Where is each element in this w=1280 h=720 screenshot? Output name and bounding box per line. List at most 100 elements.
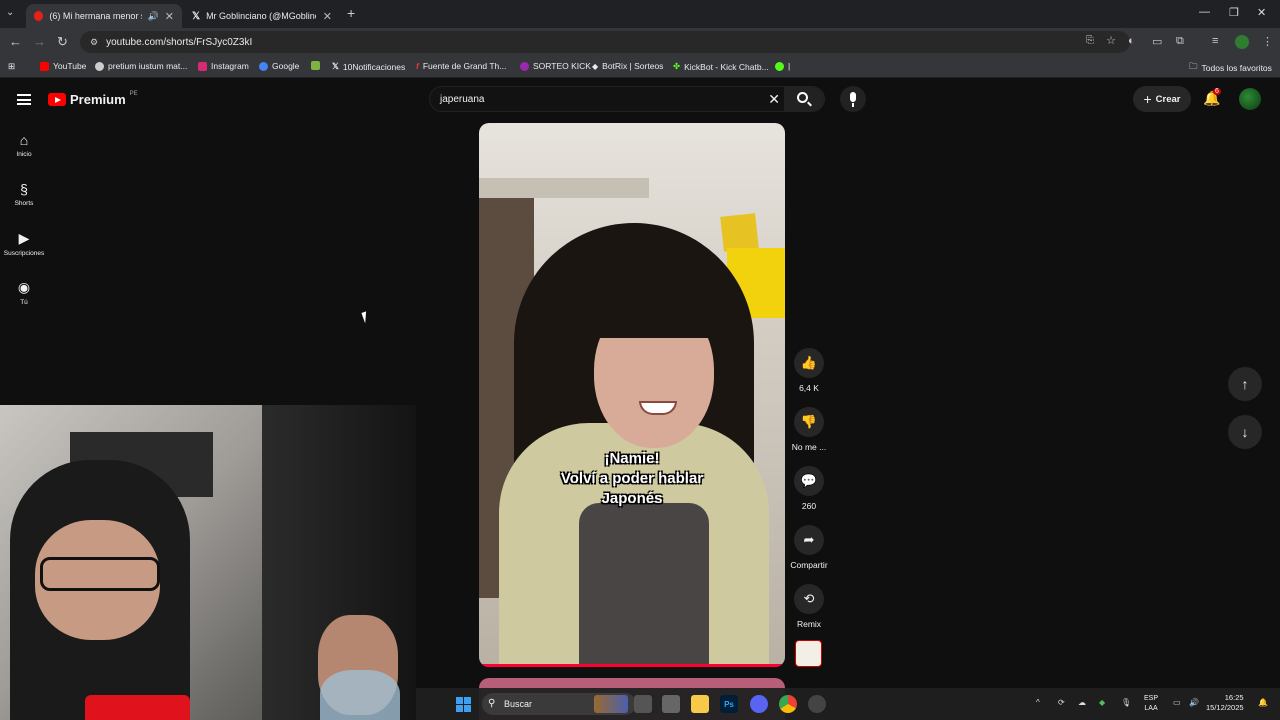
bookmark-kick-green[interactable]: | [775, 61, 790, 71]
install-icon[interactable]: ⎘ [1086, 35, 1094, 46]
clear-search-icon[interactable]: ✕ [768, 91, 780, 108]
close-window-button[interactable]: ✕ [1257, 6, 1266, 19]
close-tab-icon[interactable]: ✕ [165, 10, 174, 23]
discord-icon[interactable] [750, 695, 768, 713]
browser-toolbar: ← → ↻ ⚙ youtube.com/shorts/FrSJyc0Z3kI ⎘… [0, 28, 1280, 56]
forward-button[interactable]: → [33, 34, 46, 49]
system-clock[interactable]: 16:25 15/12/2025 [1206, 693, 1244, 713]
sidebar-item-shorts[interactable]: § Shorts [0, 181, 48, 207]
app-icon[interactable] [662, 695, 680, 713]
comments-button[interactable]: 💬 260 [789, 466, 829, 511]
youtube-premium-logo[interactable]: Premium PE [48, 91, 138, 107]
sidebar-item-tu[interactable]: ◉ Tú [0, 279, 48, 306]
chrome-icon[interactable] [779, 695, 797, 713]
instagram-icon [198, 61, 207, 71]
address-bar[interactable]: ⚙ youtube.com/shorts/FrSJyc0Z3kI ⎘ ☆ [80, 31, 1130, 53]
bookmark-kickbot[interactable]: ✤ KickBot - Kick Chatb... [673, 61, 769, 72]
language-indicator[interactable]: ESP LAA [1144, 694, 1158, 714]
youtube-header: Premium PE japeruana ✕ + Crear 🔔 6 [0, 80, 1280, 118]
short-video-player[interactable]: ¡Namie! Volví a poder hablar Japonés [479, 123, 785, 667]
close-tab-icon[interactable]: ✕ [323, 10, 332, 23]
video-progress-bar[interactable] [479, 664, 785, 667]
bookmark-icon [311, 61, 320, 70]
reading-list-icon[interactable]: ≡ [1212, 35, 1218, 47]
webcam-overlay [0, 405, 416, 720]
plus-icon: + [1143, 91, 1152, 107]
microphone-icon[interactable]: 🎙 [1121, 698, 1131, 707]
extensions-puzzle-icon[interactable]: ⧉ [1176, 35, 1184, 48]
search-input[interactable]: japeruana [440, 94, 484, 105]
sidebar-item-suscripciones[interactable]: ▶ Suscripciones [0, 230, 48, 257]
app-icon-2[interactable] [808, 695, 826, 713]
bookmark-fuente-gta[interactable]: f Fuente de Grand Th... [416, 61, 506, 71]
taskbar-search[interactable]: ⚲ Buscar [482, 693, 636, 715]
search-box[interactable]: japeruana ✕ [429, 86, 825, 112]
volume-icon[interactable]: 🔊 [1189, 698, 1199, 707]
logo-text: Premium [70, 92, 126, 107]
tab-title: Mr Goblinciano (@MGoblincian [206, 11, 316, 21]
webcam-bottle [320, 670, 400, 720]
video-sticky-note [720, 213, 759, 252]
globe-icon [95, 61, 104, 71]
all-favorites-folder[interactable]: 🗀 Todos los favoritos [1189, 61, 1272, 75]
like-button[interactable]: 👍 6,4 K [789, 348, 829, 393]
google-icon [259, 61, 268, 71]
windows-start-icon[interactable] [456, 697, 471, 712]
back-button[interactable]: ← [9, 34, 22, 49]
network-icon[interactable]: ▭ [1173, 698, 1181, 707]
voice-search-button[interactable] [840, 86, 866, 112]
bookmark-pretium[interactable]: pretium iustum mat... [95, 61, 187, 71]
menu-icon[interactable]: ⋮ [1262, 35, 1273, 48]
reload-button[interactable]: ↻ [57, 34, 68, 50]
bookmark-10notificaciones[interactable]: 𝕏 10Notificaciones [332, 61, 405, 72]
bookmark-botrix[interactable]: ◆ BotRix | Sorteos [592, 61, 663, 71]
video-shirt [579, 503, 709, 667]
minimize-button[interactable]: — [1199, 6, 1210, 18]
onedrive-icon[interactable]: ☁ [1078, 698, 1086, 707]
bookmark-google[interactable]: Google [259, 61, 299, 71]
create-button[interactable]: + Crear [1133, 86, 1191, 112]
search-button[interactable] [784, 87, 824, 111]
tab-x[interactable]: 𝕏 Mr Goblinciano (@MGoblincian ✕ [184, 4, 340, 28]
x-favicon-icon: 𝕏 [192, 10, 201, 22]
tray-chevron-icon[interactable]: ^ [1036, 698, 1040, 707]
tray-app-icon[interactable]: ⟳ [1058, 698, 1065, 707]
url-text: youtube.com/shorts/FrSJyc0Z3kI [106, 36, 253, 48]
bookmark-star-icon[interactable]: ☆ [1106, 34, 1116, 47]
bookmark-youtube[interactable]: YouTube [40, 61, 86, 71]
apps-grid-icon[interactable]: ⊞ [8, 61, 15, 72]
remix-button[interactable]: ⟲ Remix [789, 584, 829, 629]
bookmark-instagram[interactable]: Instagram [198, 61, 249, 71]
tab-youtube[interactable]: (6) Mi hermana menor se c 🔊 ✕ [26, 4, 182, 28]
channel-avatar[interactable] [795, 640, 822, 667]
media-icon[interactable]: ▭ [1152, 35, 1162, 48]
photoshop-icon[interactable]: Ps [720, 695, 738, 713]
thumbs-up-icon: 👍 [794, 348, 824, 378]
tab-title: (6) Mi hermana menor se c [49, 11, 141, 21]
profile-avatar[interactable] [1235, 35, 1249, 49]
share-button[interactable]: ➦ Compartir [789, 525, 829, 570]
task-view-icon[interactable] [634, 695, 652, 713]
dislike-button[interactable]: 👎 No me ... [789, 407, 829, 452]
new-tab-button[interactable]: + [347, 5, 355, 21]
tray-green-icon[interactable]: ◆ [1099, 698, 1105, 707]
audio-icon[interactable]: 🔊 [148, 11, 159, 22]
youtube-play-icon [48, 93, 66, 106]
notification-center-icon[interactable]: 🔔 [1258, 698, 1268, 707]
remix-icon: ⟲ [794, 584, 824, 614]
hamburger-menu-icon[interactable] [17, 94, 31, 105]
sidebar-item-inicio[interactable]: ⌂ Inicio [0, 132, 48, 158]
arrow-down-icon: ↓ [1241, 424, 1249, 440]
next-short-button[interactable]: ↓ [1228, 415, 1262, 449]
extension-icon[interactable]: ◐ [1128, 35, 1135, 47]
bookmark-sorteo-kick[interactable]: SORTEO KICK [520, 61, 591, 71]
account-avatar[interactable] [1239, 88, 1261, 110]
file-explorer-icon[interactable] [691, 695, 709, 713]
site-info-icon[interactable]: ⚙ [90, 37, 98, 48]
restore-button[interactable]: ❐ [1229, 6, 1239, 19]
previous-short-button[interactable]: ↑ [1228, 367, 1262, 401]
comment-icon: 💬 [794, 466, 824, 496]
bookmark-unnamed[interactable] [311, 61, 320, 70]
tab-search-icon[interactable]: ⌄ [6, 7, 14, 18]
home-icon: ⌂ [19, 132, 29, 148]
